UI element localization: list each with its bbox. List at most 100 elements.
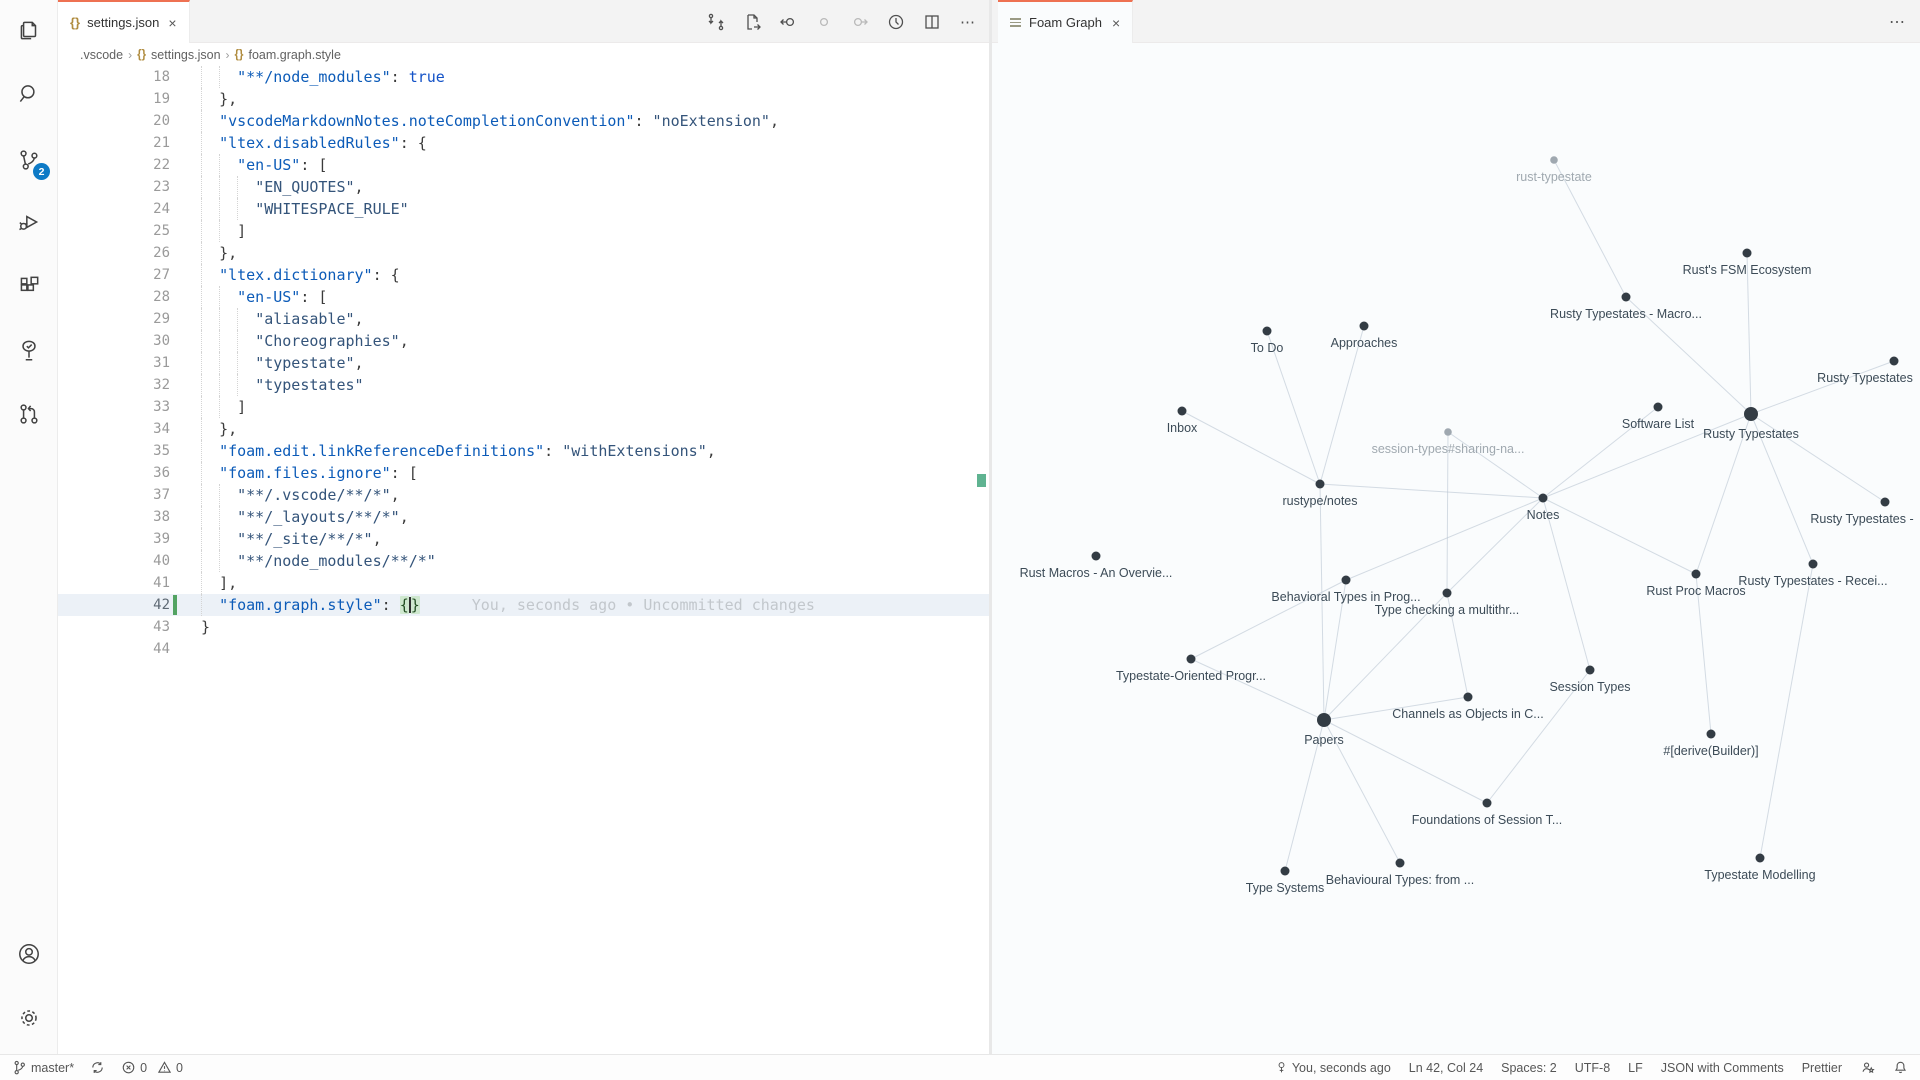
graph-node-label[interactable]: Session Types [1549, 680, 1630, 694]
graph-node-label[interactable]: Rusty Typestates [1817, 371, 1913, 385]
eol-status[interactable]: LF [1628, 1061, 1643, 1075]
graph-node[interactable] [1881, 498, 1890, 507]
tab-foam-graph[interactable]: Foam Graph × [998, 0, 1133, 43]
cursor-position-status[interactable]: Ln 42, Col 24 [1409, 1061, 1483, 1075]
graph-node[interactable] [1744, 407, 1758, 421]
code-line[interactable]: 22 "en-US": [ [58, 154, 989, 176]
graph-node-label[interactable]: Notes [1527, 508, 1560, 522]
graph-node-label[interactable]: Behavioral Types in Prog... [1271, 590, 1420, 604]
graph-node[interactable] [1654, 403, 1663, 412]
code-line[interactable]: 38 "**/_layouts/**/*", [58, 506, 989, 528]
code-line[interactable]: 41 ], [58, 572, 989, 594]
breadcrumb-file[interactable]: settings.json [151, 48, 220, 62]
code-line[interactable]: 20 "vscodeMarkdownNotes.noteCompletionCo… [58, 110, 989, 132]
graph-node[interactable] [1756, 854, 1765, 863]
code-line[interactable]: 26 }, [58, 242, 989, 264]
open-changes-icon[interactable] [703, 9, 729, 35]
graph-node[interactable] [1743, 249, 1752, 258]
graph-node-label[interactable]: Behavioural Types: from ... [1326, 873, 1474, 887]
change-dot-icon[interactable] [811, 9, 837, 35]
graph-node-label[interactable]: Approaches [1331, 336, 1398, 350]
code-line[interactable]: 24 "WHITESPACE_RULE" [58, 198, 989, 220]
close-panel-icon[interactable]: × [1110, 15, 1122, 31]
code-line[interactable]: 25 ] [58, 220, 989, 242]
run-debug-icon[interactable] [0, 196, 58, 248]
code-line[interactable]: 18 "**/node_modules": true [58, 66, 989, 88]
graph-node[interactable] [1539, 494, 1548, 503]
graph-node[interactable] [1092, 552, 1101, 561]
explorer-icon[interactable] [0, 4, 58, 56]
graph-node-label[interactable]: Software List [1622, 417, 1695, 431]
graph-node[interactable] [1464, 693, 1473, 702]
panel-more-actions-icon[interactable]: ⋯ [1889, 0, 1906, 43]
graph-node-label[interactable]: Rust's FSM Ecosystem [1683, 263, 1812, 277]
notifications-bell-icon[interactable] [1893, 1060, 1908, 1075]
graph-node-label[interactable]: #[derive(Builder)] [1663, 744, 1758, 758]
graph-node-label[interactable]: Rust Proc Macros [1646, 584, 1745, 598]
graph-node-label[interactable]: Rusty Typestates - [1810, 512, 1913, 526]
graph-node[interactable] [1342, 576, 1351, 585]
split-editor-icon[interactable] [919, 9, 945, 35]
graph-node[interactable] [1809, 560, 1818, 569]
settings-gear-icon[interactable] [0, 992, 58, 1044]
graph-node[interactable] [1483, 799, 1492, 808]
graph-node[interactable] [1443, 589, 1452, 598]
code-line[interactable]: 44 [58, 638, 989, 660]
code-line[interactable]: 30 "Choreographies", [58, 330, 989, 352]
graph-node-label[interactable]: Typestate Modelling [1704, 868, 1815, 882]
sync-icon[interactable] [90, 1060, 105, 1075]
code-line[interactable]: 29 "aliasable", [58, 308, 989, 330]
graph-node[interactable] [1263, 327, 1272, 336]
code-line[interactable]: 34 }, [58, 418, 989, 440]
graph-node[interactable] [1707, 730, 1716, 739]
graph-node[interactable] [1396, 859, 1405, 868]
code-area[interactable]: 18 "**/node_modules": true19 },20 "vscod… [58, 66, 989, 1054]
graph-node-label[interactable]: Inbox [1167, 421, 1198, 435]
graph-node[interactable] [1550, 156, 1558, 164]
code-line[interactable]: 43} [58, 616, 989, 638]
graph-node[interactable] [1281, 867, 1290, 876]
code-line[interactable]: 19 }, [58, 88, 989, 110]
code-line[interactable]: 31 "typestate", [58, 352, 989, 374]
graph-node[interactable] [1178, 407, 1187, 416]
close-tab-icon[interactable]: × [166, 15, 178, 31]
code-line[interactable]: 35 "foam.edit.linkReferenceDefinitions":… [58, 440, 989, 462]
breadcrumb-folder[interactable]: .vscode [80, 48, 123, 62]
code-line[interactable]: 21 "ltex.disabledRules": { [58, 132, 989, 154]
graph-node-label[interactable]: Rusty Typestates - Recei... [1738, 574, 1887, 588]
indentation-status[interactable]: Spaces: 2 [1501, 1061, 1557, 1075]
code-line[interactable]: 39 "**/_site/**/*", [58, 528, 989, 550]
code-line[interactable]: 23 "EN_QUOTES", [58, 176, 989, 198]
encoding-status[interactable]: UTF-8 [1575, 1061, 1610, 1075]
graph-node-label[interactable]: To Do [1251, 341, 1284, 355]
graph-node-label[interactable]: Type Systems [1246, 881, 1325, 895]
breadcrumb-symbol[interactable]: foam.graph.style [248, 48, 340, 62]
graph-node[interactable] [1586, 666, 1595, 675]
graph-node[interactable] [1317, 713, 1331, 727]
graph-node[interactable] [1692, 570, 1701, 579]
code-line[interactable]: 37 "**/.vscode/**/*", [58, 484, 989, 506]
previous-change-icon[interactable] [775, 9, 801, 35]
code-line[interactable]: 27 "ltex.dictionary": { [58, 264, 989, 286]
next-change-icon[interactable] [847, 9, 873, 35]
source-control-icon[interactable]: 2 [0, 134, 58, 186]
language-mode-status[interactable]: JSON with Comments [1661, 1061, 1784, 1075]
more-actions-icon[interactable]: ⋯ [955, 9, 981, 35]
graph-canvas[interactable]: rust-typestateRust's FSM EcosystemRusty … [992, 43, 1920, 1054]
graph-node[interactable] [1890, 357, 1899, 366]
formatter-status[interactable]: Prettier [1802, 1061, 1842, 1075]
graph-node-label[interactable]: Typestate-Oriented Progr... [1116, 669, 1266, 683]
graph-node[interactable] [1316, 480, 1325, 489]
feedback-icon[interactable] [1860, 1060, 1875, 1075]
remote-repositories-icon[interactable] [0, 388, 58, 440]
graph-node[interactable] [1360, 322, 1369, 331]
extensions-icon[interactable] [0, 260, 58, 312]
code-line[interactable]: 33 ] [58, 396, 989, 418]
code-line[interactable]: 36 "foam.files.ignore": [ [58, 462, 989, 484]
code-line[interactable]: 40 "**/node_modules/**/*" [58, 550, 989, 572]
code-line[interactable]: 32 "typestates" [58, 374, 989, 396]
code-line[interactable]: 28 "en-US": [ [58, 286, 989, 308]
graph-node-label[interactable]: Rusty Typestates [1703, 427, 1799, 441]
branch-status[interactable]: master* [12, 1060, 74, 1075]
graph-node[interactable] [1187, 655, 1196, 664]
